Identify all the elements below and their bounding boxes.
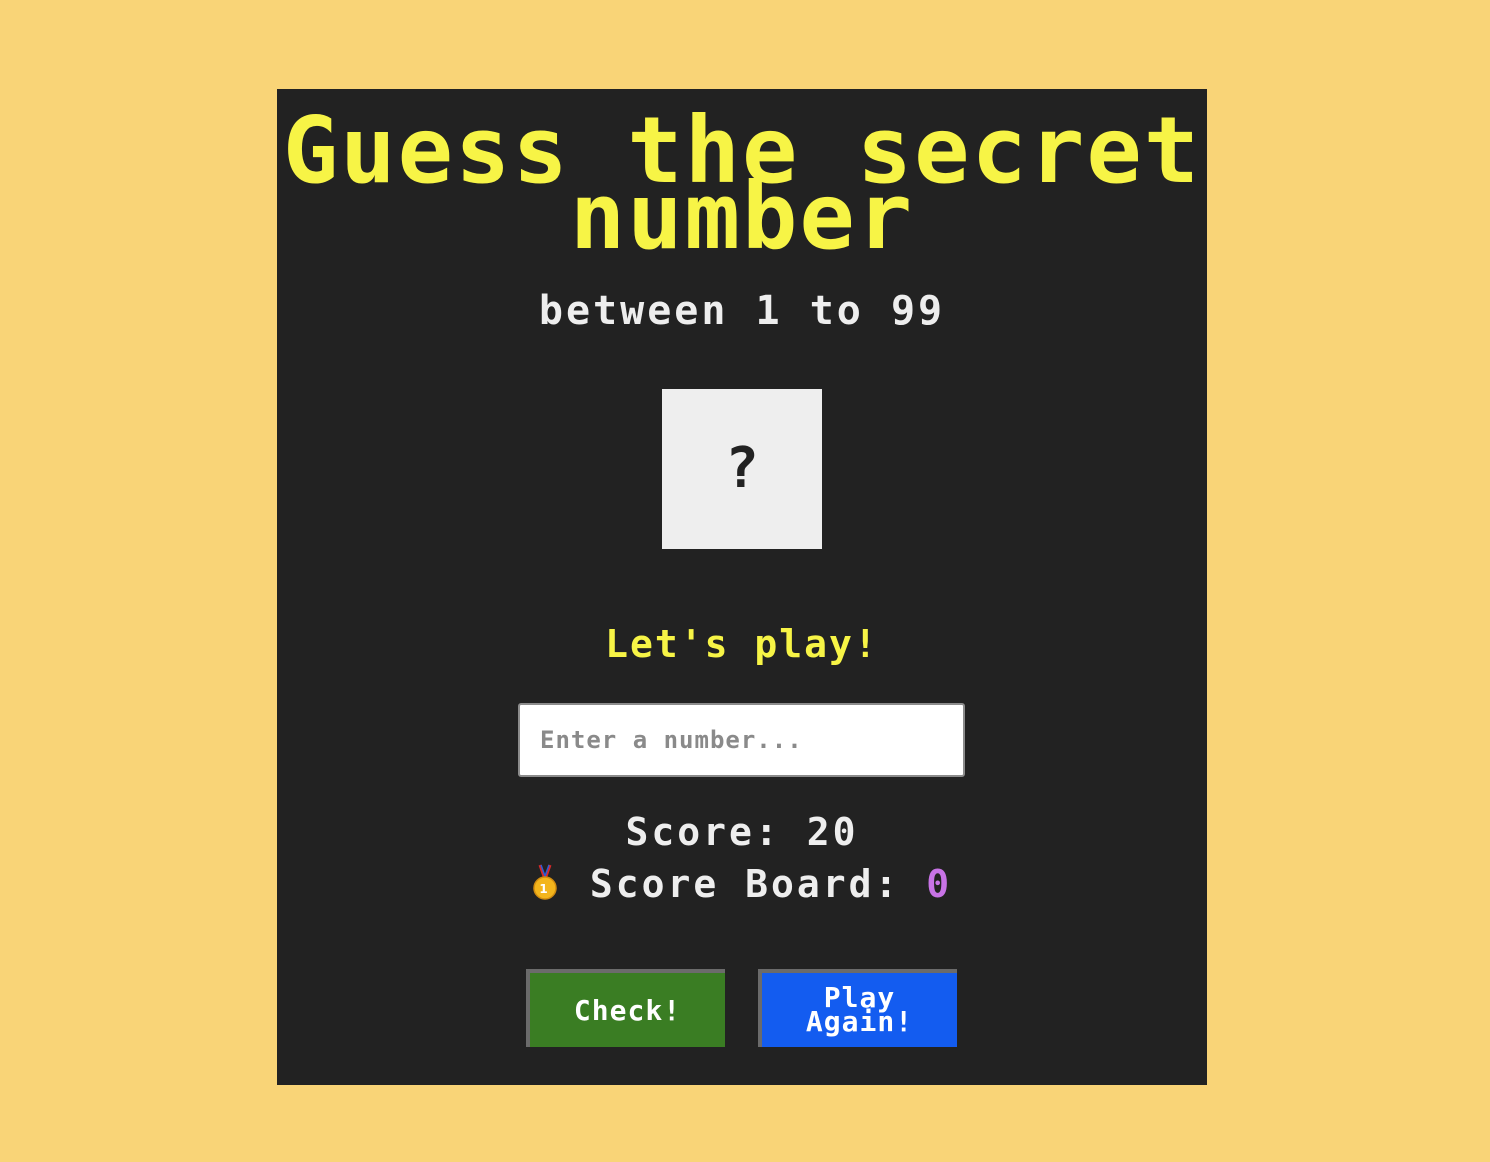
secret-number-box: ?	[662, 389, 822, 549]
secret-number-display: ?	[725, 436, 759, 501]
score-label: Score: 20	[625, 810, 859, 854]
scoreboard-label: Score Board:	[589, 862, 901, 906]
first-place-medal-icon: 1	[532, 863, 558, 903]
check-button[interactable]: Check!	[526, 969, 725, 1047]
svg-text:1: 1	[539, 882, 550, 896]
status-message: Let's play!	[605, 622, 879, 666]
game-card: Guess the secret number between 1 to 99 …	[277, 89, 1207, 1085]
play-again-button[interactable]: Play Again!	[758, 969, 957, 1047]
guess-input[interactable]	[518, 703, 965, 777]
scoreboard-value: 0	[926, 862, 953, 906]
play-again-label: Play Again!	[805, 981, 914, 1038]
range-subtitle: between 1 to 99	[538, 288, 946, 334]
scoreboard: 1 Score Board: 0	[277, 859, 1207, 909]
game-title: Guess the secret number	[282, 97, 1202, 270]
